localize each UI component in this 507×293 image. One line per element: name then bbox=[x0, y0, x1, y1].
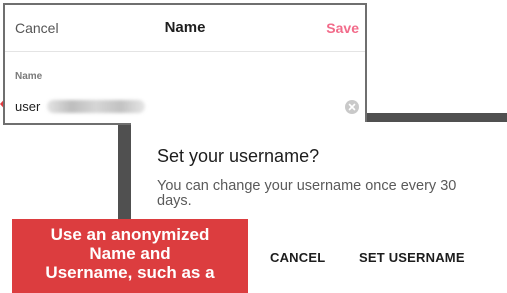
save-link[interactable]: Save bbox=[326, 20, 359, 36]
set-username-button[interactable]: SET USERNAME bbox=[359, 250, 465, 265]
dialog-title: Set your username? bbox=[157, 146, 320, 166]
callout-line: Username, such as a bbox=[45, 263, 215, 282]
name-edit-panel: Cancel Name Save Name user bbox=[3, 3, 367, 125]
annotation-callout: Use an anonymized Name and Username, suc… bbox=[12, 219, 248, 293]
clear-circle-icon[interactable] bbox=[345, 100, 359, 114]
callout-line: Name and bbox=[89, 244, 171, 263]
name-field-label: Name bbox=[15, 71, 43, 82]
dialog-cancel-button[interactable]: CANCEL bbox=[270, 250, 325, 265]
callout-line: Use an anonymized bbox=[50, 225, 210, 244]
redacted-text-blur bbox=[47, 100, 145, 113]
screenshot-canvas: Cancel Name Save Name user Set your user… bbox=[0, 0, 507, 293]
panel-title: Name bbox=[164, 19, 206, 36]
name-panel-header: Cancel Name Save bbox=[5, 5, 365, 52]
name-input-value: user bbox=[15, 99, 41, 114]
dialog-message: You can change your username once every … bbox=[157, 178, 457, 209]
name-input[interactable]: user bbox=[15, 97, 359, 119]
